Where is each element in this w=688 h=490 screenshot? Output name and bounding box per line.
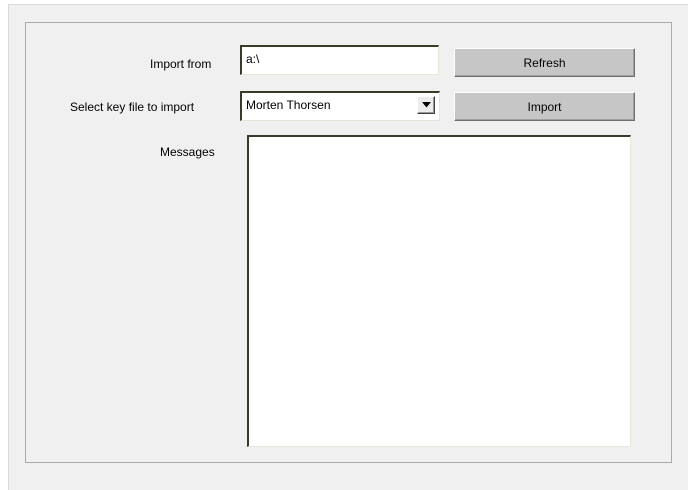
messages-textarea[interactable]: [247, 135, 631, 447]
key-file-select-value: Morten Thorsen: [246, 98, 331, 112]
select-key-file-label: Select key file to import: [70, 100, 195, 114]
import-from-label: Import from: [150, 57, 212, 71]
refresh-button-label: Refresh: [523, 55, 566, 70]
import-button[interactable]: Import: [454, 92, 635, 121]
import-button-label: Import: [527, 99, 562, 114]
key-file-select[interactable]: Morten Thorsen: [240, 91, 440, 121]
dropdown-button[interactable]: [417, 96, 435, 114]
messages-label: Messages: [160, 145, 215, 159]
chevron-down-icon: [422, 102, 431, 108]
import-from-input[interactable]: a:\: [240, 45, 439, 75]
refresh-button[interactable]: Refresh: [454, 48, 635, 77]
